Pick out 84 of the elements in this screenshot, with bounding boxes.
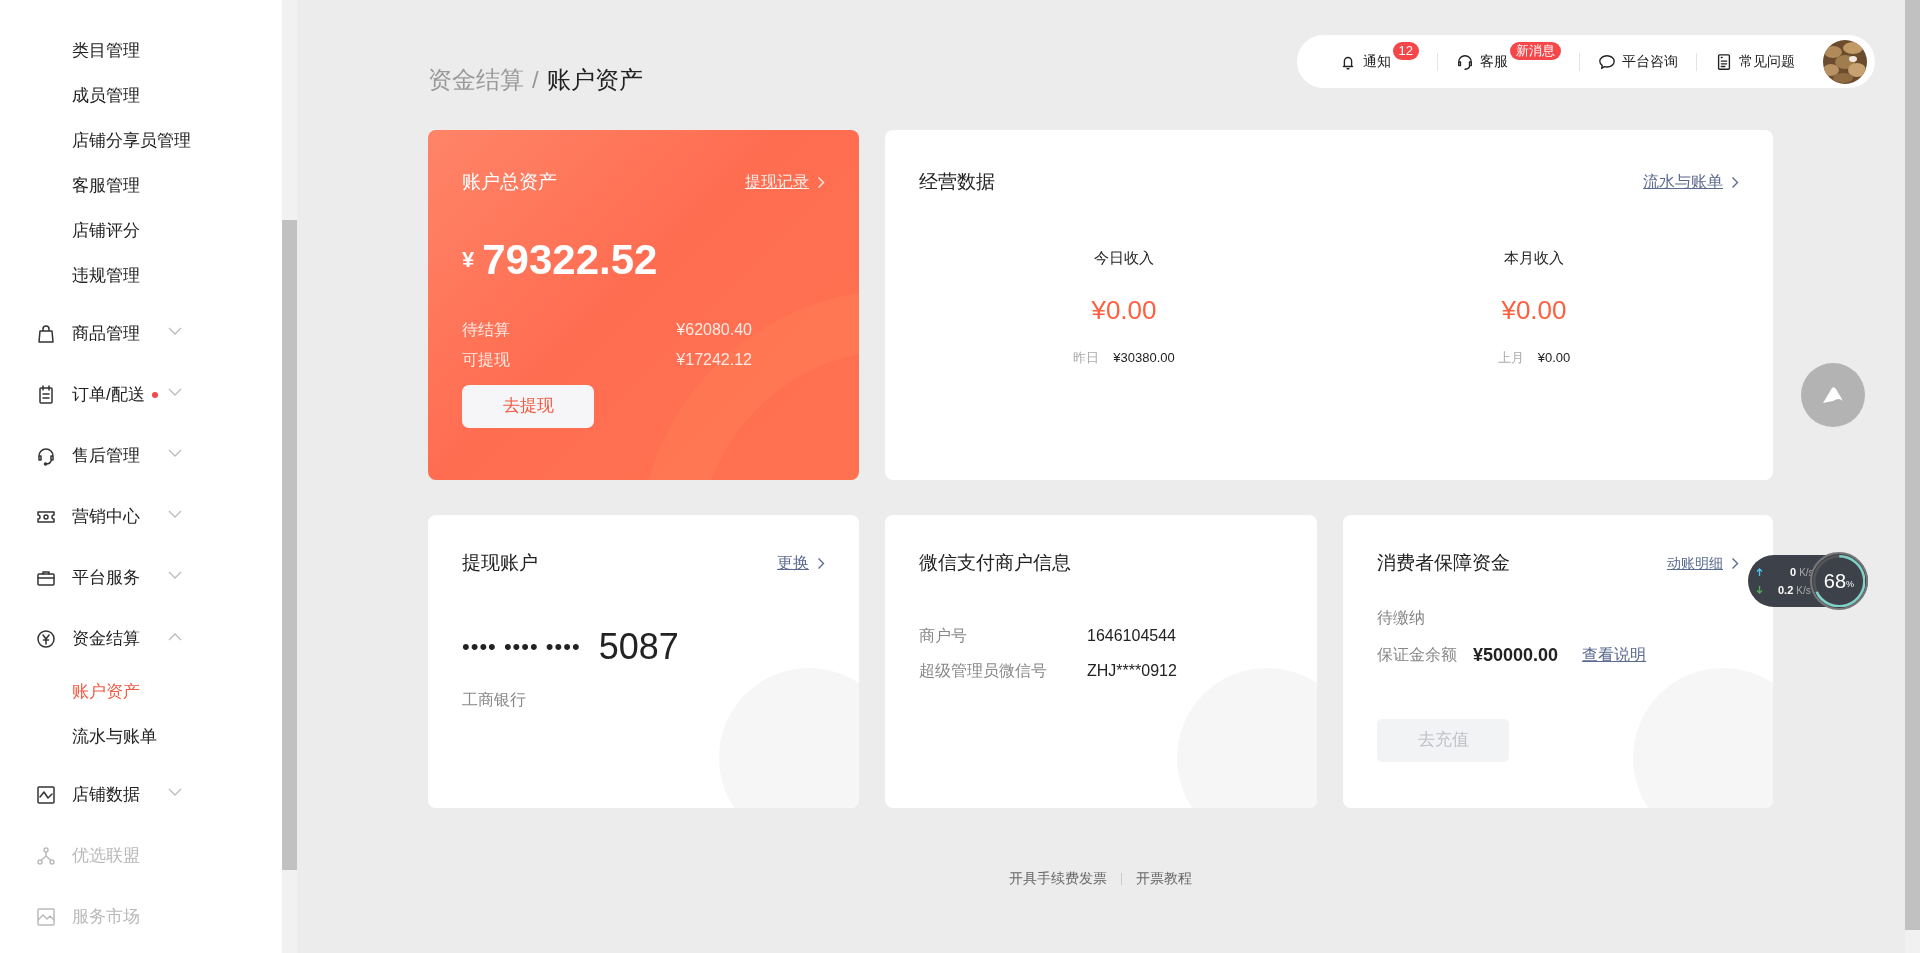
card-number: 5087 [598, 624, 679, 669]
info-label: 超级管理员微信号 [919, 660, 1048, 681]
total-amount: 79322.52 [482, 238, 658, 281]
speed-unit: K/s [1796, 583, 1811, 598]
chevron-icon [817, 556, 825, 570]
footer-link[interactable]: 开票教程 [1136, 868, 1192, 889]
menu-item[interactable]: 店铺数据 [0, 764, 282, 825]
speed-value: 0.2 [1778, 583, 1794, 598]
stat-value: ¥0.00 [1090, 294, 1158, 327]
submenu-item[interactable]: 成员管理 [72, 82, 140, 109]
notification-badge: 12 [1392, 41, 1419, 60]
header-link[interactable]: 客服 新消息 [1438, 41, 1579, 82]
chevron-icon [168, 510, 182, 519]
currency-symbol: ¥ [462, 245, 475, 274]
chevron-icon [1731, 556, 1739, 570]
header-link[interactable]: 平台咨询 [1580, 41, 1696, 82]
card-title: 经营数据 [919, 170, 995, 194]
usage-percent: 68 [1823, 569, 1847, 594]
upload-icon [1756, 568, 1763, 577]
page-title: 账户资产 [546, 65, 643, 95]
footer-link[interactable]: 开具手续费发票 [1009, 868, 1107, 889]
card-title: 提现账户 [462, 551, 538, 575]
card-title: 消费者保障资金 [1377, 551, 1510, 575]
submenu-item[interactable]: 客服管理 [72, 172, 140, 199]
menu-item[interactable]: 资金结算 [0, 608, 282, 669]
masked-digits: •••• •••• •••• [462, 633, 581, 661]
chart-icon [36, 784, 56, 805]
chevron-icon [168, 449, 182, 458]
compare-value: ¥0.00 [1537, 349, 1571, 367]
header-link[interactable]: 常见问题 [1697, 41, 1813, 82]
breadcrumb-separator: / [532, 65, 539, 95]
balance-value: ¥50000.00 [1473, 643, 1559, 667]
submenu-item[interactable]: 违规管理 [72, 262, 140, 289]
compare-value: ¥30380.00 [1113, 349, 1175, 367]
compare-label: 上月 [1497, 349, 1524, 367]
submenu-item[interactable]: 流水与账单 [72, 723, 157, 750]
status-text: 待缴纳 [1377, 607, 1426, 628]
balance-value: ¥17242.12 [676, 349, 752, 370]
chevron-icon [168, 788, 182, 797]
submenu-item[interactable]: 店铺分享员管理 [72, 127, 191, 154]
clipboard-icon [36, 384, 56, 405]
chat-icon [1598, 52, 1616, 71]
chevron-icon [1731, 175, 1739, 189]
chevron-icon [168, 571, 182, 580]
bank-name: 工商银行 [462, 689, 527, 710]
menu-item[interactable]: 售后管理 [0, 425, 282, 486]
document-icon [1715, 52, 1733, 71]
header-link[interactable]: 通知 12 [1320, 41, 1437, 82]
notification-badge: 新消息 [1510, 41, 1561, 60]
balance-label: 保证金余额 [1377, 645, 1457, 665]
image-icon [36, 906, 56, 927]
menu-item[interactable]: 营销中心 [0, 486, 282, 547]
menu-item[interactable]: 平台服务 [0, 547, 282, 608]
balance-label: 可提现 [462, 349, 510, 370]
compare-label: 昨日 [1073, 349, 1100, 367]
mountain-icon [1821, 385, 1845, 405]
balance-value: ¥62080.40 [676, 319, 752, 340]
headset-icon [1456, 52, 1474, 71]
network-icon [36, 845, 56, 866]
yen-icon [36, 628, 56, 649]
bag-icon [36, 323, 56, 344]
menu-item[interactable]: 商品管理 [0, 303, 282, 364]
chevron-icon [817, 175, 825, 189]
scrollbar[interactable] [282, 0, 297, 953]
info-value: 1646104544 [1087, 625, 1176, 646]
download-icon [1756, 586, 1763, 595]
stat-label: 今日收入 [1093, 247, 1155, 268]
info-value: ZHJ****0912 [1087, 660, 1177, 681]
chevron-icon [168, 327, 182, 336]
stat-value: ¥0.00 [1500, 294, 1568, 327]
submenu-item[interactable]: 店铺评分 [72, 217, 140, 244]
scrollbar[interactable] [1905, 0, 1920, 953]
percent-unit: % [1846, 579, 1855, 592]
chevron-icon [168, 388, 182, 397]
info-label: 商户号 [919, 625, 968, 646]
stat-label: 本月收入 [1503, 247, 1565, 268]
balance-label: 待结算 [462, 319, 510, 340]
card-title: 账户总资产 [462, 170, 557, 194]
help-link[interactable]: 查看说明 [1582, 643, 1647, 667]
speed-value: 0 [1790, 565, 1797, 580]
card-title: 微信支付商户信息 [919, 551, 1071, 575]
menu-item[interactable]: 订单/配送 [0, 364, 282, 425]
submenu-item[interactable]: 类目管理 [72, 37, 140, 64]
headset-icon [36, 445, 56, 466]
